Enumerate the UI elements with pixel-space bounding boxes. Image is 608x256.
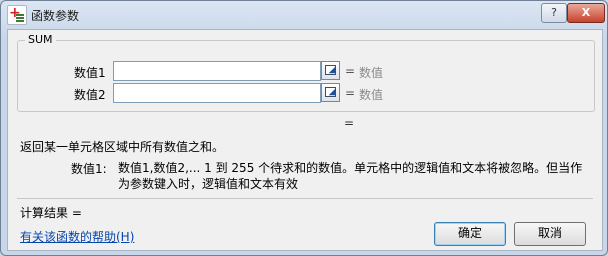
- dialog-body: SUM 数值1 = 数值 数值2 = 数值 = 返回某一单元格区域中所有数值之和…: [7, 29, 603, 251]
- collapse-dialog-button[interactable]: [321, 83, 340, 102]
- parameter-description: 数值1,数值2,... 1 到 255 个待求和的数值。单元格中的逻辑值和文本将…: [118, 161, 583, 191]
- formula-result-equals: =: [344, 116, 355, 130]
- equals-sign: =: [345, 64, 356, 78]
- argument-row-1: 数值1 = 数值: [18, 61, 578, 81]
- argument-label: 数值2: [74, 88, 106, 102]
- function-arguments-dialog: + 函数参数 ? X SUM 数值1 = 数值 数值2 = 数值 = 返回某一单…: [0, 0, 608, 256]
- argument-label: 数值1: [74, 66, 106, 80]
- argument-value: 数值: [359, 88, 384, 102]
- argument-input-2[interactable]: [113, 83, 321, 103]
- close-button[interactable]: X: [567, 3, 605, 23]
- argument-input-1[interactable]: [113, 61, 321, 81]
- insert-function-icon: +: [7, 5, 27, 25]
- close-icon: X: [581, 6, 591, 19]
- argument-value: 数值: [359, 66, 384, 80]
- argument-row-2: 数值2 = 数值: [18, 83, 578, 103]
- calculation-result: 计算结果 =: [20, 206, 82, 220]
- question-icon: ?: [551, 6, 557, 19]
- cancel-button[interactable]: 取消: [514, 222, 586, 246]
- function-name: SUM: [25, 33, 56, 46]
- title-bar[interactable]: + 函数参数 ? X: [1, 1, 607, 27]
- parameter-name: 数值1:: [71, 162, 107, 176]
- function-group: SUM 数值1 = 数值 数值2 = 数值: [17, 33, 595, 112]
- divider: [17, 198, 593, 199]
- function-description: 返回某一单元格区域中所有数值之和。: [20, 140, 225, 154]
- window-title: 函数参数: [31, 9, 80, 23]
- equals-sign: =: [345, 86, 356, 100]
- function-help-link[interactable]: 有关该函数的帮助(H): [20, 228, 134, 245]
- help-button[interactable]: ?: [541, 3, 567, 23]
- collapse-dialog-button[interactable]: [321, 61, 340, 80]
- ok-button[interactable]: 确定: [434, 222, 506, 246]
